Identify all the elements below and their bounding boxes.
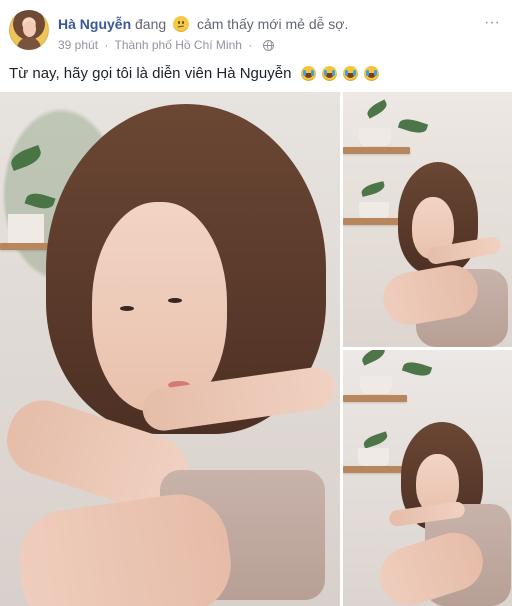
background-shelf [343,466,406,473]
meta-separator: · [104,38,109,52]
right-eye [168,298,182,303]
background-plant-leaf [360,181,386,197]
background-pot [359,128,391,148]
background-pot [360,376,392,396]
post-caption: Từ nay, hãy gọi tôi là diễn viên Hà Nguy… [9,64,499,87]
avatar-face [23,21,36,37]
crying-face-icon [321,66,337,81]
post-meta: 39 phút · Thành phố Hồ Chí Minh · [58,38,274,52]
globe-icon [262,40,274,51]
secondary-photo-top[interactable] [343,92,512,347]
background-shelf [343,395,407,402]
background-plant-leaf [359,350,388,366]
background-plant-leaf [401,358,433,380]
crying-face-icon [300,66,316,81]
face-shape [92,202,227,412]
post-header: Hà Nguyễn đang cảm thấy mới mẻ dễ sợ. 39… [0,0,512,60]
secondary-photo-bottom[interactable] [343,350,512,606]
meta-separator: · [248,38,253,52]
feeling-text: cảm thấy mới mẻ dễ sợ. [196,16,349,32]
post-location[interactable]: Thành phố Hồ Chí Minh [115,38,242,52]
post-author-line: Hà Nguyễn đang cảm thấy mới mẻ dễ sợ. [58,15,348,33]
caption-text: Từ nay, hãy gọi tôi là diễn viên Hà Nguy… [9,65,292,82]
background-plant-leaf [8,145,44,171]
post-time[interactable]: 39 phút [58,38,98,52]
knee-shape [12,487,238,606]
avatar-body [17,37,41,50]
feeling-prefix: đang [135,16,167,32]
crying-face-icon [364,66,380,81]
background-pot [358,448,389,468]
author-avatar[interactable] [9,10,49,50]
emoji-mouth [177,25,185,30]
background-plant-leaf [364,99,390,119]
more-options-button[interactable]: ··· [482,15,502,31]
background-plant-leaf [362,431,389,449]
caption-emoji-row [300,66,382,87]
background-shelf [343,147,410,154]
left-eye [120,306,134,311]
background-plant-leaf [397,115,429,137]
crying-face-icon [342,66,358,81]
facebook-post: Hà Nguyễn đang cảm thấy mới mẻ dễ sợ. 39… [0,0,512,606]
background-plant-leaf [24,190,56,212]
main-photo[interactable] [0,92,340,606]
photo-gallery [0,92,512,606]
author-name[interactable]: Hà Nguyễn [58,16,131,32]
confused-face-icon [173,16,190,32]
